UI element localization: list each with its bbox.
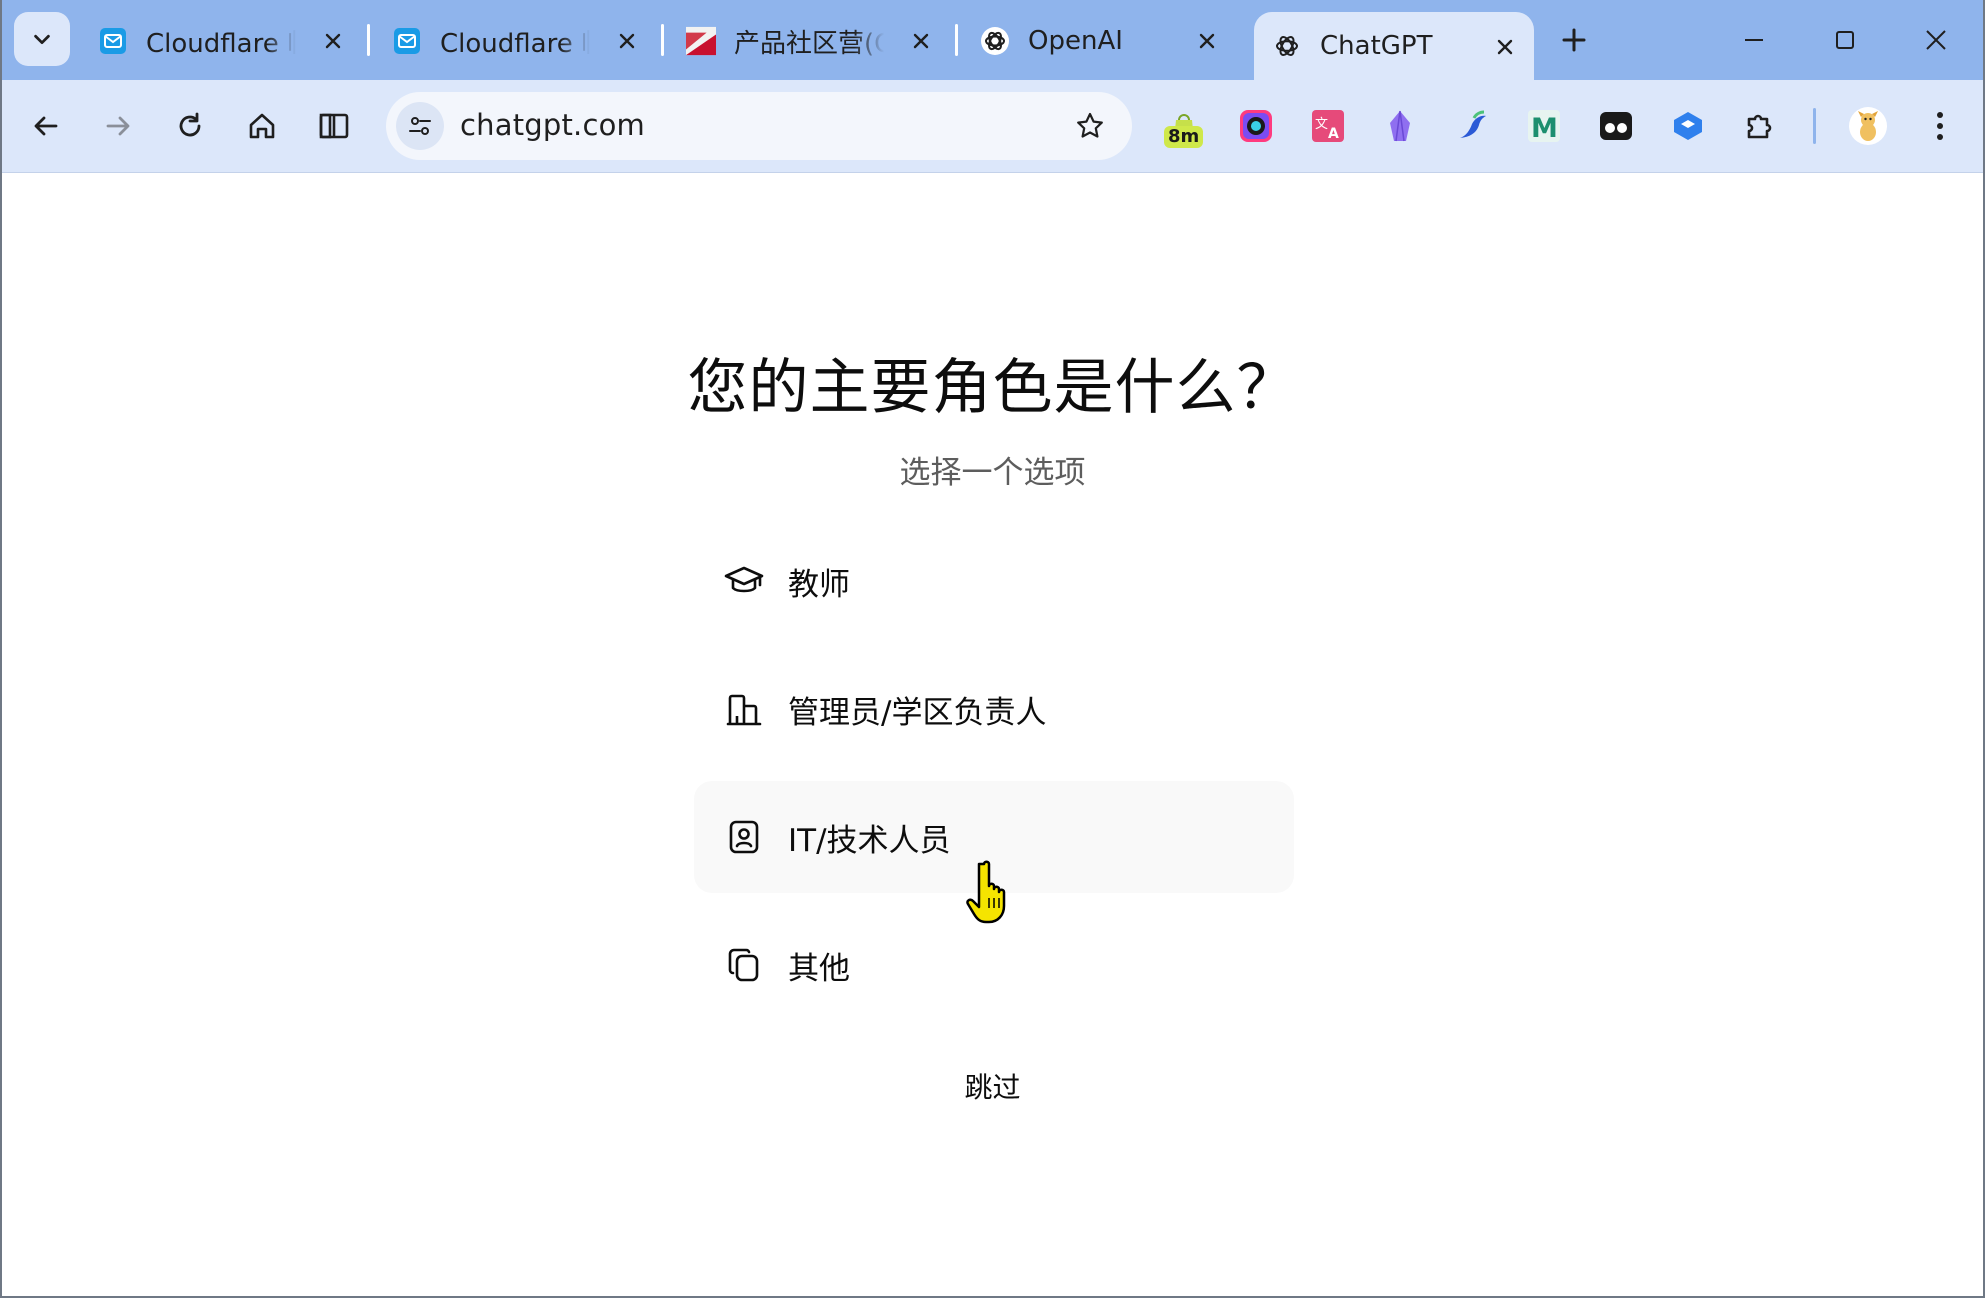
extension-camera[interactable] bbox=[1232, 102, 1280, 150]
more-vertical-icon bbox=[1937, 112, 1943, 140]
extension-translate[interactable]: 文A bbox=[1304, 102, 1352, 150]
back-button[interactable] bbox=[24, 104, 68, 148]
skip-container: 跳过 bbox=[0, 1066, 1985, 1106]
extension-badge: 8m bbox=[1164, 126, 1204, 148]
arrow-left-icon bbox=[34, 116, 58, 136]
tab-strip: Cloudflare 临时邮箱 Cloudflare 临时邮箱 产品社区营(Cl bbox=[0, 0, 1985, 80]
tab-separator bbox=[661, 24, 664, 56]
extension-timer[interactable]: 8m bbox=[1160, 102, 1208, 150]
close-icon[interactable] bbox=[318, 26, 348, 56]
forward-button[interactable] bbox=[96, 104, 140, 148]
tab-cloudflare-mail-1[interactable]: Cloudflare 临时邮箱 bbox=[98, 12, 348, 70]
tune-icon bbox=[409, 117, 431, 135]
copy-icon bbox=[724, 945, 764, 985]
plus-icon bbox=[1562, 28, 1586, 52]
star-icon bbox=[1077, 112, 1103, 138]
address-bar[interactable]: chatgpt.com bbox=[386, 92, 1132, 160]
extension-bird[interactable] bbox=[1448, 102, 1496, 150]
bird-icon bbox=[1460, 110, 1486, 138]
tab-title: Cloudflare 临时邮箱 bbox=[440, 28, 590, 59]
close-icon[interactable] bbox=[1192, 26, 1222, 56]
extension-glasses[interactable] bbox=[1592, 102, 1640, 150]
option-administrator[interactable]: 管理员/学区负责人 bbox=[694, 653, 1294, 765]
browser-toolbar: chatgpt.com 8m 文A M bbox=[0, 80, 1985, 173]
minimize-button[interactable] bbox=[1732, 18, 1776, 62]
tab-product-community[interactable]: 产品社区营(Cl bbox=[686, 12, 936, 70]
split-view-button[interactable] bbox=[312, 104, 356, 148]
option-label: IT/技术人员 bbox=[788, 822, 951, 859]
translate-icon: 文A bbox=[1312, 110, 1344, 142]
extension-gem[interactable] bbox=[1376, 102, 1424, 150]
svg-text:M: M bbox=[1531, 113, 1558, 144]
m-logo-icon: M bbox=[1528, 110, 1560, 144]
reload-button[interactable] bbox=[168, 104, 212, 148]
bookmark-button[interactable] bbox=[1070, 106, 1110, 146]
id-badge-icon bbox=[724, 817, 764, 857]
new-tab-button[interactable] bbox=[1556, 22, 1592, 58]
layers-icon bbox=[1674, 112, 1702, 140]
toolbar-divider bbox=[1813, 108, 1816, 144]
close-icon[interactable] bbox=[906, 26, 936, 56]
role-options: 教师 管理员/学区负责人 IT/技术人员 其他 bbox=[694, 525, 1294, 1037]
tab-openai[interactable]: OpenAI bbox=[980, 12, 1222, 70]
mail-icon bbox=[98, 26, 128, 56]
close-icon bbox=[1926, 30, 1946, 50]
option-label: 教师 bbox=[788, 566, 850, 603]
hand-cursor-icon bbox=[966, 860, 1006, 924]
page-subtitle: 选择一个选项 bbox=[899, 455, 1086, 491]
maximize-button[interactable] bbox=[1823, 18, 1867, 62]
maximize-icon bbox=[1836, 31, 1854, 49]
tab-chatgpt[interactable]: ChatGPT bbox=[1254, 12, 1534, 80]
extension-layers[interactable] bbox=[1664, 102, 1712, 150]
extension-m[interactable]: M bbox=[1520, 102, 1568, 150]
tab-title: ChatGPT bbox=[1320, 31, 1433, 61]
page-content: 您的主要角色是什么？ 选择一个选项 教师 管理员/学区负责人 IT/技术人员 其… bbox=[0, 173, 1985, 1298]
mail-icon bbox=[392, 26, 422, 56]
avatar-icon bbox=[1849, 107, 1887, 145]
tab-title: 产品社区营(Cl bbox=[734, 28, 884, 59]
profile-avatar[interactable] bbox=[1844, 102, 1892, 150]
openai-icon bbox=[980, 26, 1010, 56]
reload-icon bbox=[179, 112, 201, 137]
gem-icon bbox=[1390, 110, 1410, 142]
graduation-cap-icon bbox=[724, 561, 764, 601]
minimize-icon bbox=[1745, 39, 1763, 41]
glasses-icon bbox=[1600, 112, 1632, 140]
option-teacher[interactable]: 教师 bbox=[694, 525, 1294, 637]
url-text[interactable]: chatgpt.com bbox=[460, 108, 645, 142]
skip-button[interactable]: 跳过 bbox=[964, 1071, 1020, 1104]
camera-lens-icon bbox=[1240, 110, 1272, 142]
arrow-right-icon bbox=[106, 116, 130, 136]
close-icon[interactable] bbox=[1490, 32, 1520, 62]
tab-separator bbox=[367, 24, 370, 56]
page-title: 您的主要角色是什么？ bbox=[687, 353, 1298, 423]
home-button[interactable] bbox=[240, 104, 284, 148]
chevron-down-icon bbox=[34, 34, 50, 45]
option-label: 管理员/学区负责人 bbox=[788, 694, 1047, 731]
tab-separator bbox=[955, 24, 958, 56]
extensions-menu-button[interactable] bbox=[1736, 102, 1784, 150]
svg-text:A: A bbox=[1328, 126, 1339, 142]
browser-window: Cloudflare 临时邮箱 Cloudflare 临时邮箱 产品社区营(Cl bbox=[0, 0, 1985, 1298]
flag-icon bbox=[686, 26, 716, 56]
split-view-icon bbox=[319, 113, 349, 139]
home-icon bbox=[249, 113, 275, 139]
building-icon bbox=[724, 689, 764, 729]
openai-icon bbox=[1272, 31, 1302, 61]
option-label: 其他 bbox=[788, 950, 850, 987]
puzzle-icon bbox=[1747, 114, 1772, 139]
tab-title: Cloudflare 临时邮箱 bbox=[146, 28, 296, 59]
site-info-button[interactable] bbox=[396, 102, 444, 150]
svg-text:文: 文 bbox=[1315, 117, 1328, 132]
close-icon[interactable] bbox=[612, 26, 642, 56]
tab-cloudflare-mail-2[interactable]: Cloudflare 临时邮箱 bbox=[392, 12, 642, 70]
tab-title: OpenAI bbox=[1028, 26, 1123, 56]
browser-menu-button[interactable] bbox=[1916, 102, 1964, 150]
close-window-button[interactable] bbox=[1914, 18, 1958, 62]
tab-search-button[interactable] bbox=[14, 12, 70, 66]
